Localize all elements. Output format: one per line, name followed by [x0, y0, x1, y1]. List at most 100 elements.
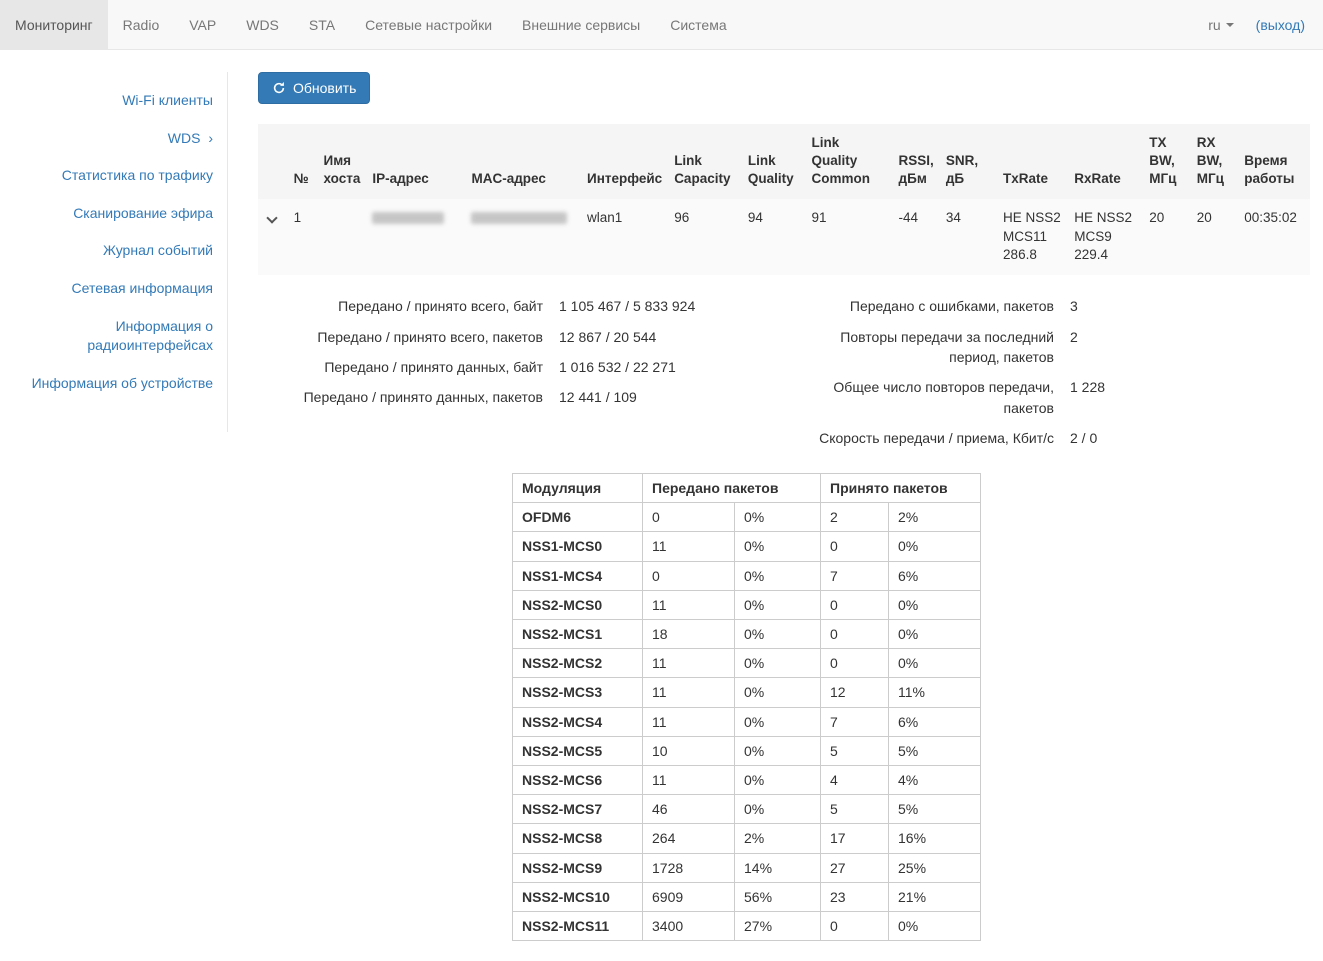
stat-value: 1 016 532 / 22 271 [559, 357, 676, 377]
sidebar-item-wds[interactable]: WDS › [10, 120, 213, 158]
redacted-mac-address [471, 212, 567, 224]
mod-name: NSS2-MCS8 [513, 824, 643, 853]
col-num: № [288, 124, 318, 199]
tab-sta[interactable]: STA [294, 0, 350, 49]
modulation-table: Модуляция Передано пакетов Принято пакет… [512, 473, 981, 941]
mod-tx: 11 [643, 590, 735, 619]
mod-rx-pct: 4% [889, 765, 981, 794]
modulation-row: OFDM6 0 0% 2 2% [513, 503, 981, 532]
client-mac [465, 199, 581, 276]
mod-rx-pct: 0% [889, 620, 981, 649]
clients-table: № Имя хоста IP-адрес MAC-адрес Интерфейс… [258, 124, 1310, 275]
tab-radio[interactable]: Radio [108, 0, 175, 49]
col-rssi: RSSI, дБм [893, 124, 940, 199]
modulation-row: NSS1-MCS0 11 0% 0 0% [513, 532, 981, 561]
mod-tx: 6909 [643, 882, 735, 911]
modulation-row: NSS1-MCS4 0 0% 7 6% [513, 561, 981, 590]
col-rxrate: RxRate [1068, 124, 1143, 199]
modulation-row: NSS2-MCS11 3400 27% 0 0% [513, 911, 981, 940]
col-interface: Интерфейс [581, 124, 668, 199]
mod-tx-pct: 0% [735, 532, 821, 561]
chevron-down-icon[interactable] [266, 212, 277, 223]
tab-network-settings[interactable]: Сетевые настройки [350, 0, 507, 49]
client-rssi: -44 [893, 199, 940, 276]
col-hostname: Имя хоста [317, 124, 366, 199]
stat-row: Передано / принято данных, пакетов 12 44… [258, 382, 736, 412]
stat-label: Повторы передачи за последний период, па… [792, 327, 1054, 368]
mod-tx-pct: 0% [735, 795, 821, 824]
sidebar-item-network-info[interactable]: Сетевая информация [10, 270, 213, 308]
mod-tx: 1728 [643, 853, 735, 882]
language-dropdown[interactable]: ru [1208, 17, 1233, 33]
mod-rx: 5 [821, 736, 889, 765]
sidebar-item-radio-interfaces-info[interactable]: Информация о радиоинтерфейсах [10, 308, 213, 365]
sidebar-item-event-log[interactable]: Журнал событий [10, 232, 213, 270]
modulation-row: NSS2-MCS10 6909 56% 23 21% [513, 882, 981, 911]
sidebar-item-traffic-stats[interactable]: Статистика по трафику [10, 157, 213, 195]
stat-label: Общее число повторов передачи, пакетов [792, 377, 1054, 418]
modulation-header-row: Модуляция Передано пакетов Принято пакет… [513, 474, 981, 503]
sidebar-item-wifi-clients[interactable]: Wi-Fi клиенты [10, 82, 213, 120]
page-layout: Wi-Fi клиенты WDS › Статистика по трафик… [0, 50, 1323, 961]
mod-name: NSS2-MCS0 [513, 590, 643, 619]
refresh-button[interactable]: Обновить [258, 72, 370, 104]
tab-vap[interactable]: VAP [174, 0, 231, 49]
modulation-row: NSS2-MCS8 264 2% 17 16% [513, 824, 981, 853]
sidebar-item-air-scan[interactable]: Сканирование эфира [10, 195, 213, 233]
tab-system[interactable]: Система [655, 0, 741, 49]
mod-rx-pct: 0% [889, 911, 981, 940]
refresh-icon [272, 81, 286, 95]
mod-name: NSS1-MCS4 [513, 561, 643, 590]
modulation-row: NSS2-MCS1 18 0% 0 0% [513, 620, 981, 649]
col-rx-bw: RX BW, МГц [1191, 124, 1239, 199]
mod-name: NSS2-MCS6 [513, 765, 643, 794]
top-navbar: Мониторинг Radio VAP WDS STA Сетевые нас… [0, 0, 1323, 50]
mod-rx: 4 [821, 765, 889, 794]
stat-label: Передано / принято данных, байт [258, 357, 543, 377]
stat-label: Передано / принято данных, пакетов [258, 387, 543, 407]
client-row[interactable]: 1 wlan1 96 94 91 -44 34 HE NSS2 MCS11 28… [258, 199, 1310, 276]
mod-tx-pct: 0% [735, 678, 821, 707]
sidebar-item-device-info[interactable]: Информация об устройстве [10, 365, 213, 403]
mod-col-rx-packets: Принято пакетов [821, 474, 981, 503]
mod-tx: 10 [643, 736, 735, 765]
client-rx-bw: 20 [1191, 199, 1239, 276]
mod-rx-pct: 21% [889, 882, 981, 911]
tab-wds[interactable]: WDS [231, 0, 294, 49]
mod-tx-pct: 0% [735, 620, 821, 649]
mod-tx: 11 [643, 678, 735, 707]
mod-name: NSS2-MCS2 [513, 649, 643, 678]
mod-rx-pct: 0% [889, 532, 981, 561]
mod-rx: 0 [821, 649, 889, 678]
stats-right-column: Передано с ошибками, пакетов 3 Повторы п… [792, 291, 1105, 453]
mod-tx: 11 [643, 649, 735, 678]
tab-external-services[interactable]: Внешние сервисы [507, 0, 655, 49]
mod-tx: 18 [643, 620, 735, 649]
logout-link[interactable]: (выход) [1256, 17, 1305, 33]
mod-name: OFDM6 [513, 503, 643, 532]
mod-tx-pct: 0% [735, 736, 821, 765]
stat-value: 1 228 [1070, 377, 1105, 418]
mod-name: NSS2-MCS11 [513, 911, 643, 940]
tab-monitoring[interactable]: Мониторинг [0, 0, 108, 49]
modulation-row: NSS2-MCS9 1728 14% 27 25% [513, 853, 981, 882]
mod-rx-pct: 6% [889, 707, 981, 736]
client-interface: wlan1 [581, 199, 668, 276]
mod-rx: 27 [821, 853, 889, 882]
mod-name: NSS2-MCS3 [513, 678, 643, 707]
modulation-row: NSS2-MCS2 11 0% 0 0% [513, 649, 981, 678]
sidebar-item-label: WDS [168, 130, 201, 146]
mod-rx: 5 [821, 795, 889, 824]
caret-down-icon [1226, 23, 1234, 27]
mod-name: NSS2-MCS1 [513, 620, 643, 649]
stat-label: Передано / принято всего, байт [258, 296, 543, 316]
language-label: ru [1208, 17, 1220, 33]
mod-rx: 2 [821, 503, 889, 532]
mod-name: NSS2-MCS5 [513, 736, 643, 765]
mod-tx: 264 [643, 824, 735, 853]
main-content: Обновить № Имя хоста IP-адрес MAC-адрес … [228, 72, 1323, 961]
modulation-row: NSS2-MCS0 11 0% 0 0% [513, 590, 981, 619]
modulation-row: NSS2-MCS5 10 0% 5 5% [513, 736, 981, 765]
mod-rx: 12 [821, 678, 889, 707]
mod-rx-pct: 16% [889, 824, 981, 853]
